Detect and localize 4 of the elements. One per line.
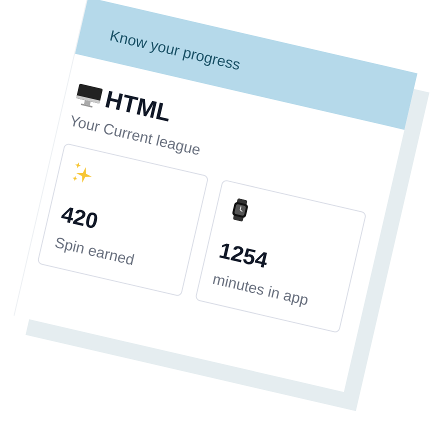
stat-value: 420: [58, 201, 100, 235]
monitor-icon: [74, 82, 104, 110]
stat-label: Spin earned: [53, 234, 136, 270]
card-title: Know your progress: [108, 27, 242, 74]
